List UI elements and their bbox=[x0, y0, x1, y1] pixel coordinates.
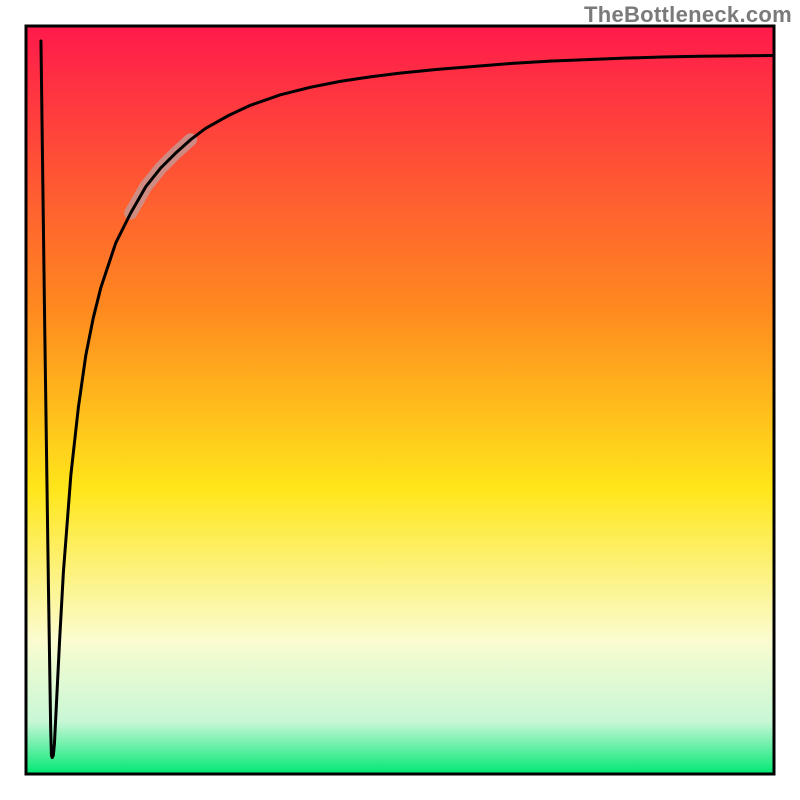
watermark-label: TheBottleneck.com bbox=[584, 2, 792, 28]
plot-area bbox=[26, 26, 774, 774]
gradient-plot bbox=[0, 0, 800, 800]
chart-background bbox=[26, 26, 774, 774]
chart-stage: TheBottleneck.com bbox=[0, 0, 800, 800]
